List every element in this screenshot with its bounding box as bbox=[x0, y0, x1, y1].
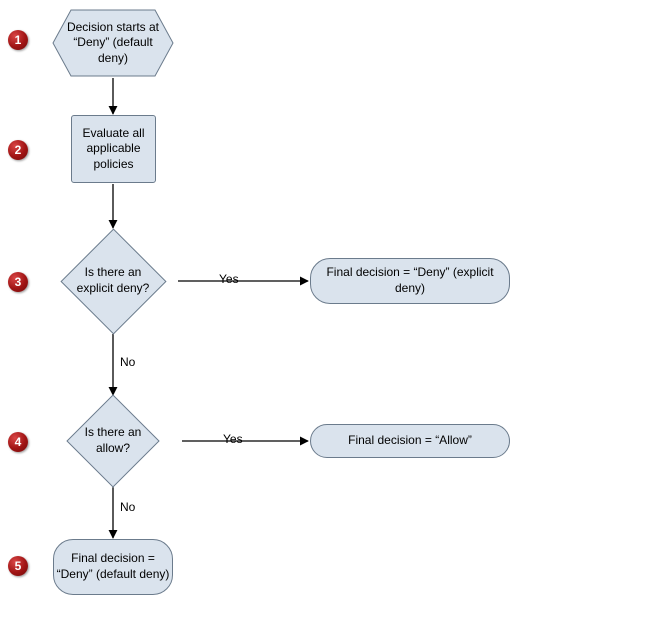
allow-decision: Is there an allow? bbox=[64, 395, 162, 487]
final-deny-explicit-node: Final decision = “Deny” (explicit deny) bbox=[310, 258, 510, 304]
step-badge-label: 4 bbox=[15, 435, 22, 449]
start-label: Decision starts at “Deny” (default deny) bbox=[51, 8, 175, 78]
explicit-deny-label: Is there an explicit deny? bbox=[60, 228, 166, 334]
step-badge-label: 1 bbox=[15, 33, 22, 47]
final-deny-explicit-label: Final decision = “Deny” (explicit deny) bbox=[311, 265, 509, 296]
final-deny-default-node: Final decision = “Deny” (default deny) bbox=[53, 539, 173, 595]
step-badge-2: 2 bbox=[8, 140, 28, 160]
edge-label-no-2: No bbox=[120, 500, 135, 514]
edge-label-no-1: No bbox=[120, 355, 135, 369]
step-badge-4: 4 bbox=[8, 432, 28, 452]
step-badge-label: 5 bbox=[15, 559, 22, 573]
step-badge-3: 3 bbox=[8, 272, 28, 292]
explicit-deny-decision: Is there an explicit deny? bbox=[60, 228, 166, 334]
evaluate-label: Evaluate all applicable policies bbox=[72, 126, 155, 173]
flowchart: 1 2 3 4 5 Decision starts at “Deny” (def… bbox=[0, 0, 661, 618]
start-node: Decision starts at “Deny” (default deny) bbox=[51, 8, 175, 78]
edge-label-yes-2: Yes bbox=[223, 432, 243, 446]
final-allow-node: Final decision = “Allow” bbox=[310, 424, 510, 458]
step-badge-5: 5 bbox=[8, 556, 28, 576]
step-badge-label: 2 bbox=[15, 143, 22, 157]
allow-label: Is there an allow? bbox=[64, 395, 162, 487]
step-badge-1: 1 bbox=[8, 30, 28, 50]
step-badge-label: 3 bbox=[15, 275, 22, 289]
final-allow-label: Final decision = “Allow” bbox=[348, 433, 472, 449]
edge-label-yes-1: Yes bbox=[219, 272, 239, 286]
evaluate-node: Evaluate all applicable policies bbox=[71, 115, 156, 183]
final-deny-default-label: Final decision = “Deny” (default deny) bbox=[54, 551, 172, 582]
